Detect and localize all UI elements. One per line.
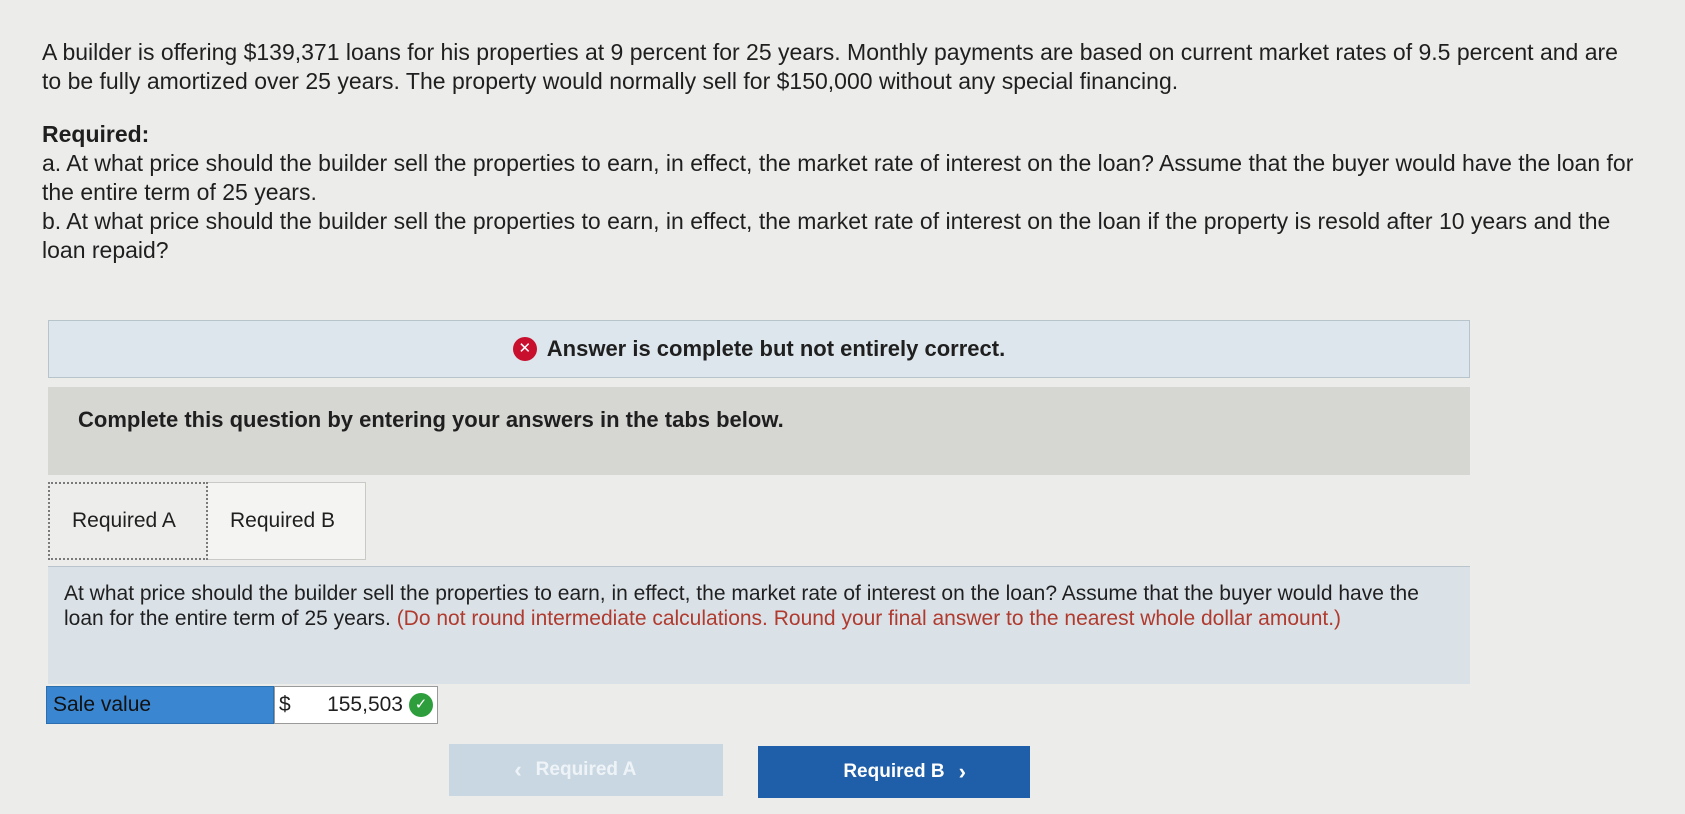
question-intro: A builder is offering $139,371 loans for…: [42, 39, 1618, 94]
answer-label: Sale value: [46, 686, 274, 724]
question-text: A builder is offering $139,371 loans for…: [42, 38, 1642, 265]
chevron-right-icon: ›: [958, 759, 966, 784]
sale-value-input[interactable]: $ 155,503 ✓: [274, 686, 438, 724]
prev-button-label: Required A: [535, 759, 637, 780]
answer-row: Sale value $ 155,503 ✓: [46, 686, 438, 724]
tab-required-a[interactable]: Required A: [48, 482, 208, 560]
next-button[interactable]: ‹ Required B ›: [758, 746, 1030, 798]
instructions: Complete this question by entering your …: [48, 387, 1470, 475]
tab-bar: Required A Required B: [48, 482, 366, 562]
currency-symbol: $: [279, 693, 291, 716]
tab-required-b[interactable]: Required B: [208, 482, 366, 560]
sale-value: 155,503: [327, 693, 403, 716]
result-banner: ✕ Answer is complete but not entirely co…: [48, 320, 1470, 378]
required-heading: Required:: [42, 121, 150, 147]
chevron-left-icon: ‹: [514, 757, 522, 782]
panel-note: (Do not round intermediate calculations.…: [396, 607, 1342, 630]
question-part-a: a. At what price should the builder sell…: [42, 150, 1634, 205]
result-banner-text: Answer is complete but not entirely corr…: [546, 336, 1006, 361]
check-circle-icon: ✓: [409, 693, 433, 717]
x-circle-icon: ✕: [512, 337, 537, 361]
prev-button[interactable]: ‹ Required A ›: [449, 744, 723, 796]
next-button-label: Required B: [843, 761, 945, 782]
question-part-b: b. At what price should the builder sell…: [42, 208, 1611, 263]
tab-panel: At what price should the builder sell th…: [48, 566, 1470, 684]
